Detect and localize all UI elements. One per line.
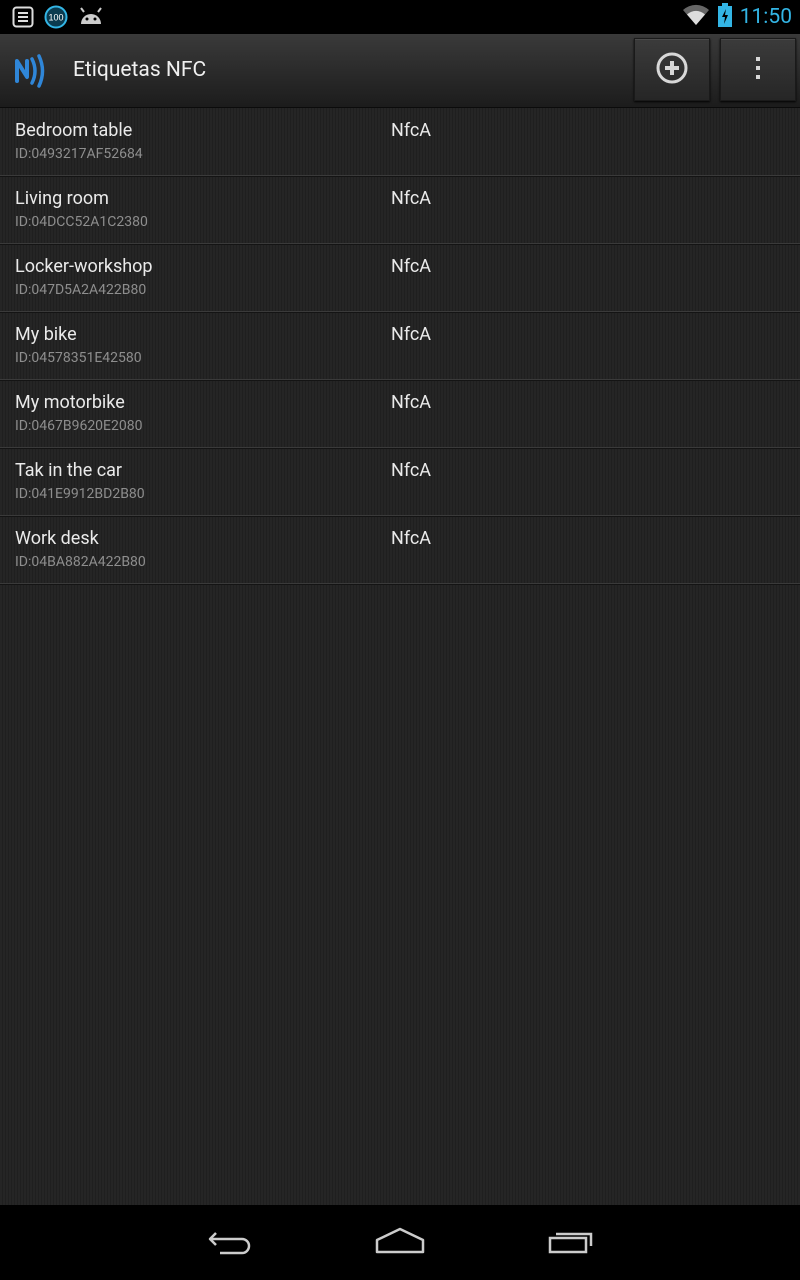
tag-type: NfcA [391, 460, 432, 481]
action-bar: Etiquetas NFC [0, 34, 800, 108]
back-button[interactable] [200, 1223, 260, 1263]
list-item[interactable]: Living room ID:04DCC52A1C2380 NfcA [0, 176, 800, 244]
nfc-icon[interactable] [14, 51, 50, 91]
recents-icon [547, 1227, 595, 1259]
back-icon [206, 1227, 254, 1259]
status-bar: 100 11:50 [0, 0, 800, 34]
tag-type: NfcA [391, 324, 432, 345]
tag-id: ID:0467B9620E2080 [15, 418, 143, 434]
notes-icon [12, 6, 34, 32]
tag-name: Work desk [15, 528, 99, 549]
navigation-bar [0, 1205, 800, 1280]
tag-type: NfcA [391, 392, 432, 413]
add-tag-button[interactable] [634, 38, 710, 101]
home-icon [374, 1227, 426, 1259]
tag-name: Bedroom table [15, 120, 133, 141]
tag-name: My bike [15, 324, 77, 345]
tag-name: My motorbike [15, 392, 125, 413]
tag-id: ID:0493217AF52684 [15, 146, 143, 162]
recents-button[interactable] [541, 1223, 601, 1263]
tag-type: NfcA [391, 120, 432, 141]
android-icon [78, 6, 104, 32]
status-time: 11:50 [739, 5, 792, 29]
badge-100-icon: 100 [44, 5, 68, 33]
tag-name: Living room [15, 188, 109, 209]
list-item[interactable]: My bike ID:04578351E42580 NfcA [0, 312, 800, 380]
battery-charging-icon [717, 3, 732, 31]
tag-id: ID:041E9912BD2B80 [15, 486, 145, 502]
tag-id: ID:04578351E42580 [15, 350, 142, 366]
badge-count: 100 [48, 13, 63, 23]
page-title: Etiquetas NFC [73, 58, 207, 82]
overflow-menu-button[interactable] [720, 38, 796, 101]
tag-id: ID:047D5A2A422B80 [15, 282, 147, 298]
list-item[interactable]: Work desk ID:04BA882A422B80 NfcA [0, 516, 800, 584]
tag-id: ID:04BA882A422B80 [15, 554, 146, 570]
tag-id: ID:04DCC52A1C2380 [15, 214, 148, 230]
wifi-icon [682, 4, 710, 30]
tag-type: NfcA [391, 528, 432, 549]
tag-name: Locker-workshop [15, 256, 153, 277]
home-button[interactable] [370, 1223, 430, 1263]
tag-name: Tak in the car [15, 460, 123, 481]
tag-type: NfcA [391, 188, 432, 209]
list-item[interactable]: My motorbike ID:0467B9620E2080 NfcA [0, 380, 800, 448]
add-circle-icon [655, 51, 689, 89]
tag-type: NfcA [391, 256, 432, 277]
list-item[interactable]: Bedroom table ID:0493217AF52684 NfcA [0, 108, 800, 176]
list-item[interactable]: Tak in the car ID:041E9912BD2B80 NfcA [0, 448, 800, 516]
list-item[interactable]: Locker-workshop ID:047D5A2A422B80 NfcA [0, 244, 800, 312]
overflow-menu-icon [753, 55, 763, 85]
tag-list: Bedroom table ID:0493217AF52684 NfcA Liv… [0, 108, 800, 584]
